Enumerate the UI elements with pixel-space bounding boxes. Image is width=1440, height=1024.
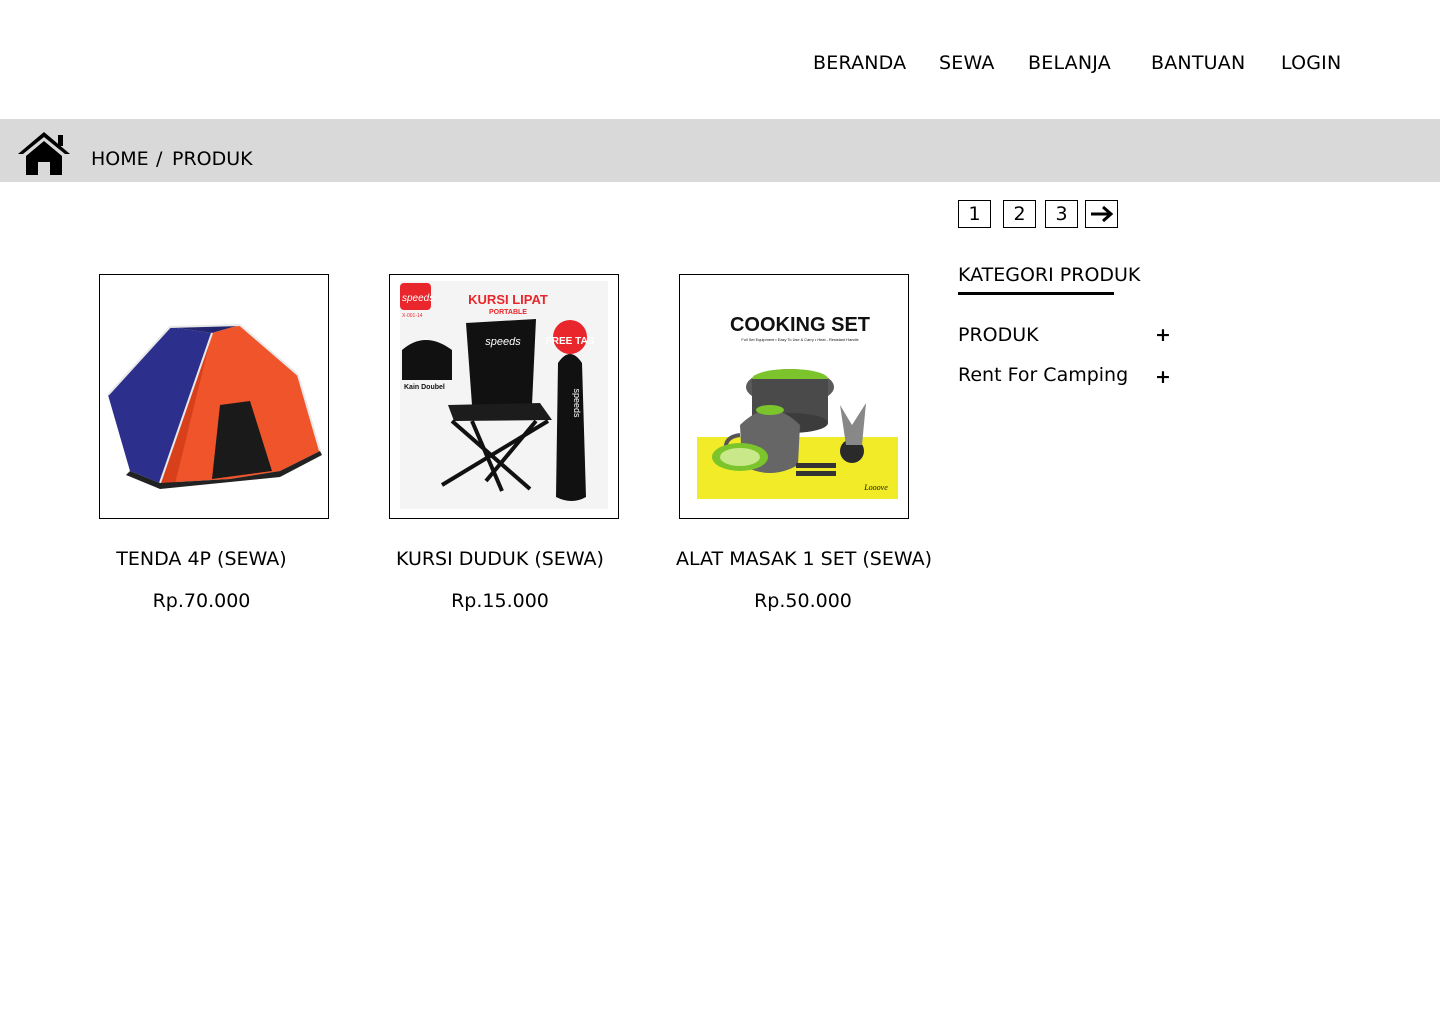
page-1-button[interactable]: 1 [958, 200, 991, 228]
category-heading-underline [958, 292, 1114, 295]
home-icon[interactable] [16, 130, 72, 176]
breadcrumb-separator: / [156, 148, 163, 170]
category-rent-for-camping[interactable]: Rent For Camping [958, 364, 1128, 386]
svg-text:KURSI LIPAT: KURSI LIPAT [468, 292, 548, 307]
breadcrumb-current: PRODUK [172, 148, 253, 170]
nav-bantuan[interactable]: BANTUAN [1151, 52, 1245, 74]
product-price: Rp.70.000 [152, 590, 251, 612]
svg-text:speeds: speeds [402, 293, 434, 304]
page-3-button[interactable]: 3 [1045, 200, 1078, 228]
nav-login[interactable]: LOGIN [1281, 52, 1341, 74]
svg-text:FREE TAS: FREE TAS [546, 336, 595, 347]
svg-text:speeds: speeds [485, 336, 521, 348]
nav-beranda[interactable]: BERANDA [813, 52, 906, 74]
product-title[interactable]: ALAT MASAK 1 SET (SEWA) [667, 548, 941, 570]
product-price: Rp.15.000 [451, 590, 549, 612]
svg-text:PORTABLE: PORTABLE [489, 309, 527, 316]
category-produk-expand-toggle[interactable]: + [1155, 324, 1171, 346]
product-price: Rp.50.000 [754, 590, 852, 612]
svg-text:Full Set Equipment • Easy To U: Full Set Equipment • Easy To Use & Carry… [741, 337, 858, 342]
product-title[interactable]: KURSI DUDUK (SEWA) [389, 548, 611, 570]
cooking-set-image: COOKING SET Full Set Equipment • Easy To… [697, 314, 898, 499]
next-page-button[interactable] [1085, 200, 1118, 228]
breadcrumb-home[interactable]: HOME [91, 148, 149, 170]
svg-text:Kain Doubel: Kain Doubel [404, 384, 445, 391]
category-rent-expand-toggle[interactable]: + [1155, 366, 1171, 388]
product-image-chair[interactable]: speeds X-001-14 KURSI LIPAT PORTABLE FRE… [389, 274, 619, 519]
category-heading: KATEGORI PRODUK [958, 264, 1141, 286]
category-produk[interactable]: PRODUK [958, 324, 1039, 346]
tent-image [107, 323, 322, 489]
product-image-tent[interactable] [99, 274, 329, 519]
folding-chair-image: speeds X-001-14 KURSI LIPAT PORTABLE FRE… [400, 281, 608, 509]
nav-belanja[interactable]: BELANJA [1028, 52, 1111, 74]
svg-text:X-001-14: X-001-14 [402, 313, 423, 319]
svg-text:COOKING SET: COOKING SET [730, 314, 870, 336]
nav-sewa[interactable]: SEWA [939, 52, 995, 74]
arrow-right-icon [1090, 205, 1113, 223]
breadcrumb: HOME / PRODUK [0, 119, 1440, 182]
svg-text:Looove: Looove [863, 483, 888, 492]
product-title[interactable]: TENDA 4P (SEWA) [99, 548, 304, 570]
product-image-cooking-set[interactable]: COOKING SET Full Set Equipment • Easy To… [679, 274, 909, 519]
svg-text:speeds: speeds [572, 388, 582, 418]
top-navbar: BERANDA SEWA BELANJA BANTUAN LOGIN [0, 0, 1440, 119]
page-2-button[interactable]: 2 [1003, 200, 1036, 228]
